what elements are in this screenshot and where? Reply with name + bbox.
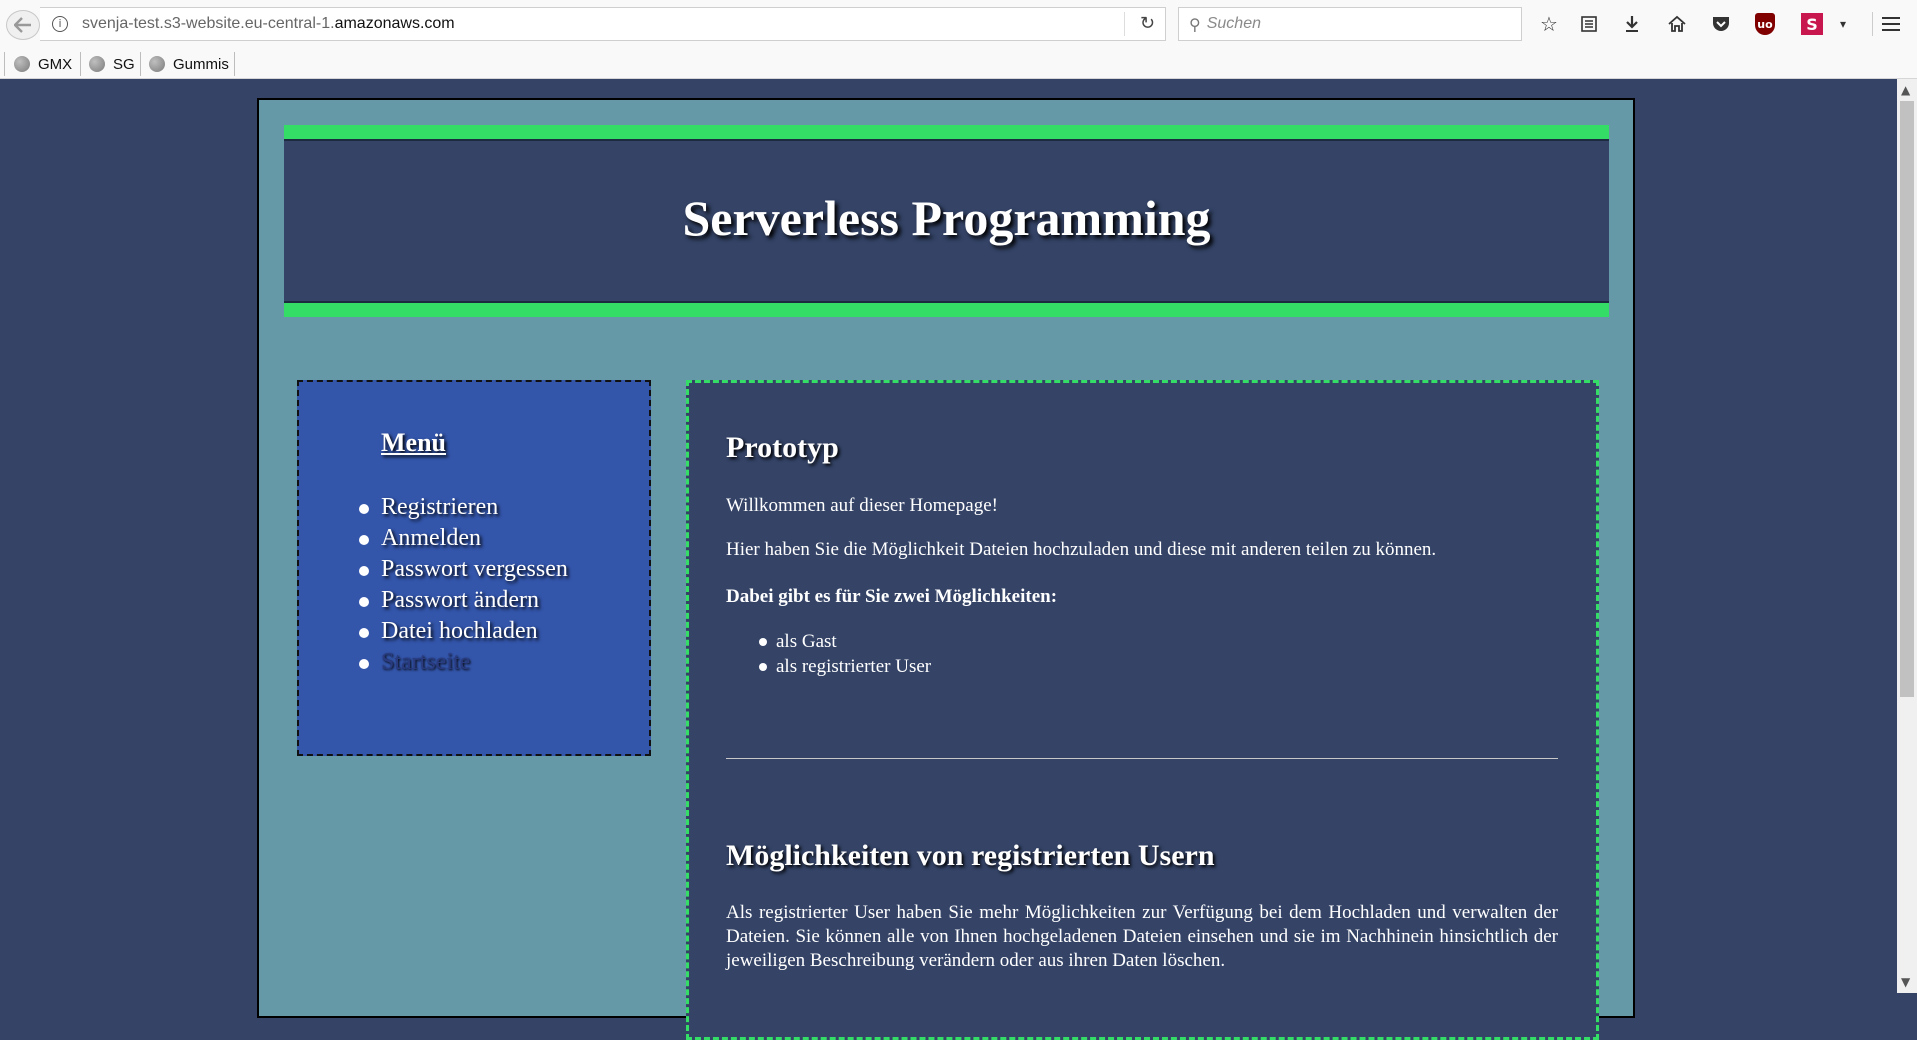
heading-prototyp: Prototyp [726, 431, 839, 464]
menu-list: Registrieren Anmelden Passwort vergessen… [359, 492, 568, 678]
main-content: Prototyp Willkommen auf dieser Homepage!… [686, 380, 1599, 1040]
search-placeholder: Suchen [1206, 15, 1261, 32]
bookmark-star-icon[interactable]: ☆ [1536, 11, 1562, 37]
browser-toolbar: i svenja-test.s3-website.eu-central-1.am… [0, 0, 1917, 49]
sidebar-menu: Menü Registrieren Anmelden Passwort verg… [297, 380, 651, 756]
bookmark-separator [234, 52, 235, 76]
reload-icon[interactable]: ↻ [1140, 13, 1155, 34]
info-icon[interactable]: i [52, 16, 68, 32]
globe-icon [149, 56, 165, 72]
menu-item-datei-hochladen[interactable]: Datei hochladen [359, 616, 568, 647]
bookmark-separator [80, 52, 81, 76]
menu-item-passwort-vergessen[interactable]: Passwort vergessen [359, 554, 568, 585]
list-item: als Gast [758, 629, 931, 654]
menu-item-registrieren[interactable]: Registrieren [359, 492, 568, 523]
bookmark-sg[interactable]: SG [89, 53, 135, 75]
bookmarks-toolbar: GMX SG Gummis [0, 49, 1917, 79]
ublock-icon[interactable]: uo [1752, 11, 1778, 37]
bookmark-gummis[interactable]: Gummis [149, 53, 229, 75]
scroll-up-icon[interactable]: ▲ [1901, 83, 1910, 97]
welcome-text: Willkommen auf dieser Homepage! [726, 495, 999, 516]
url-separator [1124, 12, 1125, 36]
options-title: Dabei gibt es für Sie zwei Möglichkeiten… [726, 586, 1058, 607]
menu-item-passwort-aendern[interactable]: Passwort ändern [359, 585, 568, 616]
bookmark-separator [140, 52, 141, 76]
scrollbar-thumb[interactable] [1900, 101, 1914, 697]
pocket-icon[interactable] [1708, 11, 1734, 37]
download-icon[interactable] [1619, 11, 1645, 37]
menu-title: Menü [381, 428, 446, 457]
search-input[interactable]: ⚲ Suchen [1178, 7, 1522, 41]
page-scrollbar[interactable]: ▲ ▼ [1897, 79, 1917, 993]
globe-icon [89, 56, 105, 72]
url-bar[interactable]: i svenja-test.s3-website.eu-central-1.am… [40, 7, 1166, 41]
site-title: Serverless Programming [682, 190, 1211, 246]
site-header: Serverless Programming [284, 125, 1609, 317]
heading-registered-users: Möglichkeiten von registrierten Usern [726, 839, 1215, 872]
toolbar-separator [1872, 12, 1873, 36]
registered-users-text: Als registrierter User haben Sie mehr Mö… [726, 902, 1558, 971]
hamburger-menu-icon[interactable] [1878, 11, 1904, 37]
bookmark-separator [4, 52, 5, 76]
options-list: als Gast als registrierter User [758, 629, 932, 679]
intro-text: Hier haben Sie die Möglichkeit Dateien h… [726, 539, 1437, 560]
url-text[interactable]: svenja-test.s3-website.eu-central-1.amaz… [82, 15, 455, 33]
menu-item-anmelden[interactable]: Anmelden [359, 523, 568, 554]
back-button[interactable] [6, 10, 40, 40]
section-divider [726, 758, 1558, 759]
bookmark-gmx[interactable]: GMX [14, 53, 72, 75]
back-arrow-icon [14, 17, 31, 33]
s-extension-icon[interactable]: S [1799, 11, 1825, 37]
reader-view-icon[interactable] [1576, 11, 1602, 37]
page-container: Serverless Programming Menü Registrieren… [257, 98, 1635, 1040]
search-icon: ⚲ [1189, 14, 1201, 34]
list-item: als registrierter User [758, 656, 932, 677]
menu-item-startseite[interactable]: Startseite [359, 647, 568, 678]
dropdown-caret-icon[interactable]: ▾ [1830, 11, 1856, 37]
home-icon[interactable] [1664, 11, 1690, 37]
scroll-down-icon[interactable]: ▼ [1901, 975, 1910, 989]
globe-icon [14, 56, 30, 72]
